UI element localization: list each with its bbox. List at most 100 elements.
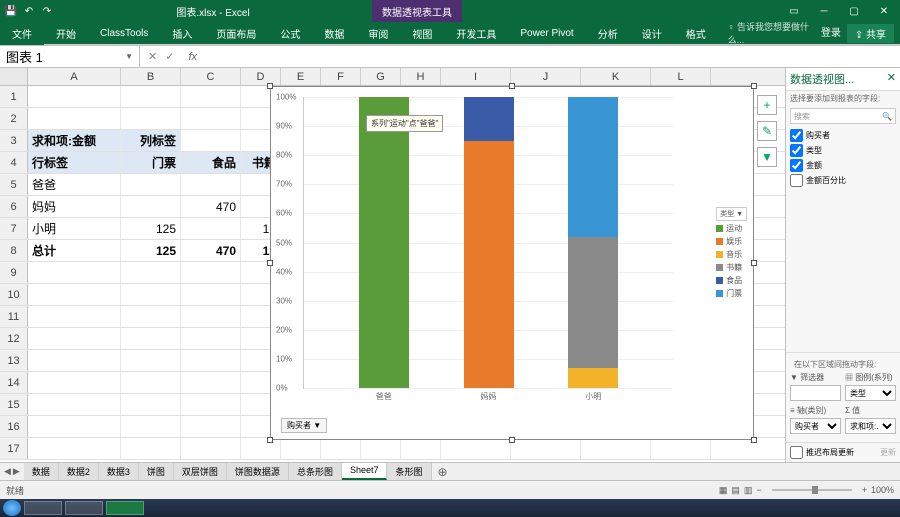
sheet-tab[interactable]: 饼图数据源 [227,463,289,480]
cancel-formula-icon[interactable]: ✕ [148,50,157,63]
cell[interactable] [181,130,241,151]
name-box[interactable]: 图表 1▼ [0,46,140,67]
legend-item[interactable]: 娱乐 [716,236,747,247]
ribbon-options-icon[interactable]: ▭ [780,1,808,21]
chart-elements-button[interactable]: + [757,95,777,115]
column-header[interactable]: G [361,68,401,85]
row-header[interactable]: 12 [0,328,28,349]
row-header[interactable]: 3 [0,130,28,151]
cell[interactable]: 125 [121,218,181,239]
chart-plot-area[interactable]: 0%10%20%30%40%50%60%70%80%90%100%爸爸妈妈小明 [303,97,673,389]
select-all-corner[interactable] [0,68,28,85]
cell[interactable] [181,218,241,239]
zoom-level[interactable]: 100% [871,485,894,495]
tab-analyze[interactable]: 分析 [586,22,630,45]
cell[interactable] [121,350,181,371]
field-item[interactable]: 金额 [790,158,896,173]
resize-handle[interactable] [751,83,757,89]
save-icon[interactable]: 💾 [4,4,18,18]
sheet-tab[interactable]: 双层饼图 [174,463,227,480]
view-pagelayout-icon[interactable]: ▤ [731,485,740,496]
column-header[interactable]: K [581,68,651,85]
cell[interactable] [121,86,181,107]
field-item[interactable]: 金额百分比 [790,173,896,188]
chart-legend[interactable]: 类型 ▼运动娱乐音乐书籍食品门票 [716,207,747,301]
row-header[interactable]: 17 [0,438,28,459]
enter-formula-icon[interactable]: ✓ [165,50,174,63]
taskbar-item[interactable] [65,501,103,515]
row-header[interactable]: 14 [0,372,28,393]
cell[interactable]: 行标签 [28,152,121,173]
cell[interactable]: 470 [181,196,241,217]
row-header[interactable]: 7 [0,218,28,239]
cell[interactable] [121,196,181,217]
column-header[interactable]: D [241,68,281,85]
cell[interactable] [121,438,181,459]
cell[interactable] [121,284,181,305]
cell[interactable] [361,438,401,459]
field-pane-close-icon[interactable]: ✕ [887,71,896,87]
field-checkbox[interactable] [790,129,803,142]
pivot-chart-object[interactable]: + ✎ ▼ 0%10%20%30%40%50%60%70%80%90%100%爸… [270,86,754,440]
column-header[interactable]: J [511,68,581,85]
cell[interactable] [121,416,181,437]
sheet-nav-next[interactable]: ▶ [13,466,20,477]
cell[interactable] [28,394,121,415]
tab-view[interactable]: 视图 [400,22,444,45]
view-normal-icon[interactable]: ▦ [719,485,728,496]
column-header[interactable]: E [281,68,321,85]
cell[interactable] [28,438,121,459]
legend-item[interactable]: 食品 [716,275,747,286]
row-header[interactable]: 15 [0,394,28,415]
resize-handle[interactable] [267,83,273,89]
column-header[interactable]: B [121,68,181,85]
cell[interactable]: 求和项:金额 [28,130,121,151]
cell[interactable] [181,416,241,437]
zoom-out-icon[interactable]: − [756,485,761,495]
cell[interactable]: 妈妈 [28,196,121,217]
cell[interactable] [28,350,121,371]
cell[interactable] [181,328,241,349]
sheet-tab[interactable]: 数据 [24,463,59,480]
bar-segment[interactable] [568,97,618,237]
resize-handle[interactable] [267,437,273,443]
row-header[interactable]: 13 [0,350,28,371]
chart-filter-button[interactable]: ▼ [757,147,777,167]
tab-data[interactable]: 数据 [312,22,356,45]
field-checkbox[interactable] [790,174,803,187]
column-header[interactable]: I [441,68,511,85]
cell[interactable] [181,372,241,393]
chart-axis-filter[interactable]: 购买者 ▼ [281,418,327,433]
cell[interactable] [121,372,181,393]
cell[interactable] [28,306,121,327]
sheet-tab[interactable]: 数据2 [59,463,99,480]
tab-powerpivot[interactable]: Power Pivot [508,24,585,43]
taskbar-item[interactable] [24,501,62,515]
defer-checkbox[interactable] [790,446,803,459]
cell[interactable] [181,262,241,283]
worksheet-grid[interactable]: ABCDEFGHIJKL 123求和项:金额列标签4行标签门票食品书籍5爸爸6妈… [0,68,785,462]
sheet-nav-prev[interactable]: ◀ [4,466,11,477]
tab-format[interactable]: 格式 [674,22,718,45]
row-header[interactable]: 9 [0,262,28,283]
start-button[interactable] [3,500,21,516]
column-header[interactable]: C [181,68,241,85]
cell[interactable] [401,438,441,459]
cell[interactable]: 总计 [28,240,121,261]
cell[interactable]: 食品 [181,152,241,173]
row-header[interactable]: 8 [0,240,28,261]
cell[interactable] [121,262,181,283]
column-header[interactable]: F [321,68,361,85]
sheet-tab[interactable]: 数据3 [99,463,139,480]
tab-home[interactable]: 开始 [44,22,88,45]
cell[interactable] [181,306,241,327]
view-pagebreak-icon[interactable]: ▥ [744,485,753,496]
zoom-in-icon[interactable]: + [862,485,867,495]
cell[interactable] [181,284,241,305]
tab-pagelayout[interactable]: 页面布局 [204,22,268,45]
cell[interactable] [581,438,651,459]
column-header[interactable]: H [401,68,441,85]
field-search-input[interactable]: 搜索🔍 [790,108,896,124]
add-sheet-button[interactable]: ⊕ [432,465,454,479]
chevron-down-icon[interactable]: ▼ [125,52,133,61]
